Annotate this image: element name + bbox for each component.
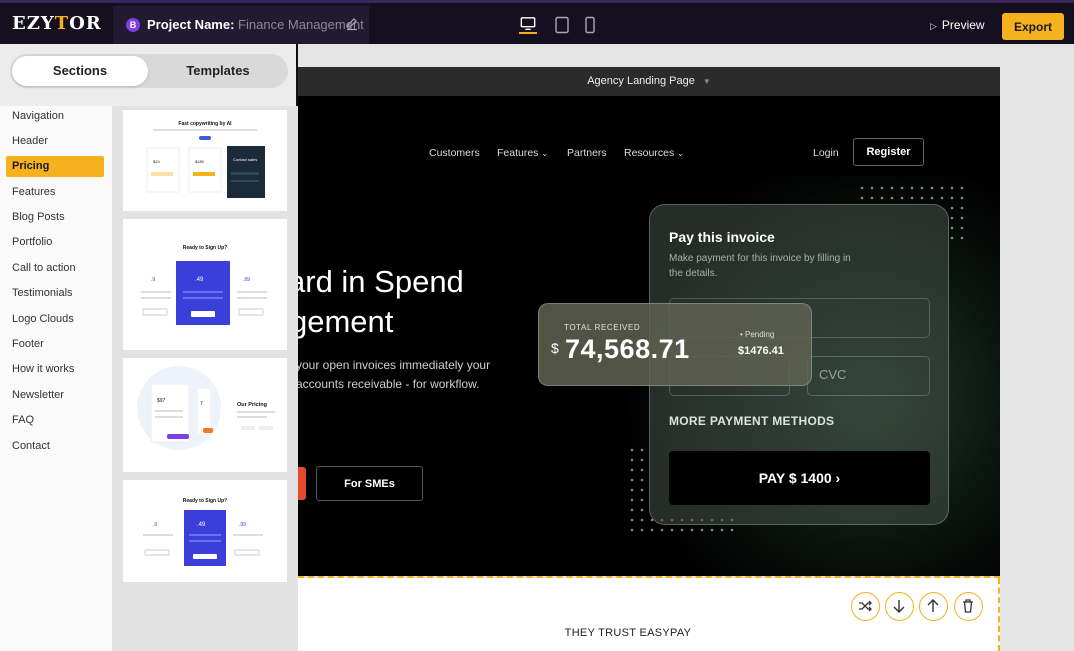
primary-cta-button[interactable] <box>298 467 306 500</box>
svg-text:$180: $180 <box>195 159 205 164</box>
cvc-placeholder: CVC <box>819 367 847 382</box>
tab-templates[interactable]: Templates <box>150 56 286 86</box>
pay-button[interactable]: PAY $ 1400 › <box>669 451 930 505</box>
category-footer[interactable]: Footer <box>6 334 104 355</box>
pricing-template-thumbnail[interactable]: Ready to Sign Up? .9 .49 .99 <box>123 480 287 582</box>
panel-tab-switch: Sections Templates <box>10 54 288 88</box>
category-newsletter[interactable]: Newsletter <box>6 385 104 406</box>
total-received-card: TOTAL RECEIVED $ 74,568.71 • Pending $14… <box>538 303 812 386</box>
app-logo[interactable]: EZYTOR <box>12 13 102 34</box>
project-name-box[interactable]: B Project Name: Finance Management <box>113 6 369 44</box>
svg-text:.9: .9 <box>151 277 155 283</box>
category-testimonials[interactable]: Testimonials <box>6 283 104 304</box>
arrow-up-icon <box>927 599 939 612</box>
category-portfolio[interactable]: Portfolio <box>6 232 104 253</box>
invoice-subtitle: Make payment for this invoice by filling… <box>669 253 851 279</box>
chevron-down-icon: ⌄ <box>541 149 549 158</box>
hero-section[interactable]: Customers Features ⌄ Partners Resources … <box>298 96 1000 576</box>
preview-button[interactable]: ▷ Preview <box>930 18 985 32</box>
trust-heading: THEY TRUST EASYPAY <box>564 627 692 639</box>
move-section-down-button[interactable] <box>885 592 914 621</box>
svg-text:Our Pricing: Our Pricing <box>237 402 267 408</box>
category-pricing[interactable]: Pricing <box>6 156 104 177</box>
pricing-template-thumbnail[interactable]: $97 7 Our Pricing <box>123 358 287 472</box>
hero-description: your open invoices immediately your acco… <box>298 358 491 391</box>
pending-label: • Pending <box>740 330 775 339</box>
total-received-label: TOTAL RECEIVED <box>564 323 641 332</box>
currency-symbol: $ <box>551 340 559 356</box>
tab-sections[interactable]: Sections <box>12 56 148 86</box>
category-faq[interactable]: FAQ <box>6 410 104 431</box>
nav-link-resources[interactable]: Resources ⌄ <box>624 147 684 159</box>
category-call-to-action[interactable]: Call to action <box>6 258 104 279</box>
category-logo-clouds[interactable]: Logo Clouds <box>6 309 104 330</box>
more-payment-methods[interactable]: MORE PAYMENT METHODS <box>669 414 834 428</box>
trash-icon <box>963 599 973 613</box>
template-thumbnails: Fast copywriting by AI $24 $180 Contact … <box>112 106 298 651</box>
play-icon: ▷ <box>930 21 937 31</box>
for-smes-button[interactable]: For SMEs <box>316 466 423 501</box>
svg-text:Contact sales: Contact sales <box>233 157 257 162</box>
delete-section-button[interactable] <box>954 592 983 621</box>
hero-headline-line-1: ard in Spend <box>298 264 464 299</box>
desktop-view-icon[interactable] <box>519 16 537 34</box>
svg-text:7: 7 <box>200 401 203 407</box>
svg-text:$24: $24 <box>153 159 160 164</box>
category-how-it-works[interactable]: How it works <box>6 359 104 380</box>
nav-login[interactable]: Login <box>813 147 839 159</box>
mobile-view-icon[interactable] <box>581 16 599 34</box>
thumb-title: Fast copywriting by AI <box>178 121 232 127</box>
chevron-down-icon: ⌄ <box>677 149 684 158</box>
category-features[interactable]: Features <box>6 182 104 203</box>
page-name: Agency Landing Page <box>587 75 695 87</box>
pending-value: $1476.41 <box>738 345 784 357</box>
category-navigation[interactable]: Navigation <box>6 106 104 127</box>
category-header[interactable]: Header <box>6 131 104 152</box>
edit-pencil-icon[interactable] <box>345 17 359 31</box>
project-name-label: Project Name: Finance Management <box>147 17 364 32</box>
category-blog-posts[interactable]: Blog Posts <box>6 207 104 228</box>
invoice-title: Pay this invoice <box>669 229 775 245</box>
pricing-template-thumbnail[interactable]: Fast copywriting by AI $24 $180 Contact … <box>123 110 287 211</box>
thumb-title: Ready to Sign Up? <box>183 245 227 251</box>
top-bar: EZYTOR B Project Name: Finance Managemen… <box>0 0 1074 44</box>
sections-panel: Sections Templates Navigation Header Pri… <box>0 44 298 651</box>
chevron-down-icon: ▼ <box>702 77 711 86</box>
page-selector[interactable]: Agency Landing Page ▼ <box>298 67 1000 96</box>
pricing-template-thumbnail[interactable]: Ready to Sign Up? .9 .49 .99 <box>123 219 287 350</box>
arrow-down-icon <box>893 600 905 613</box>
category-list: Navigation Header Pricing Features Blog … <box>0 106 112 651</box>
move-section-up-button[interactable] <box>919 592 948 621</box>
editor-canvas: Agency Landing Page ▼ Customers Features … <box>298 67 1000 651</box>
svg-text:.49: .49 <box>197 522 206 528</box>
project-badge: B <box>126 18 140 32</box>
register-button[interactable]: Register <box>853 138 924 166</box>
export-button[interactable]: Export <box>1002 13 1064 40</box>
hero-headline-line-2: gement <box>298 304 394 339</box>
svg-text:$97: $97 <box>157 398 166 404</box>
svg-text:.99: .99 <box>243 277 250 283</box>
category-contact[interactable]: Contact <box>6 436 104 457</box>
nav-link-partners[interactable]: Partners <box>567 147 607 159</box>
svg-text:.9: .9 <box>153 522 157 528</box>
svg-text:.99: .99 <box>239 522 246 528</box>
nav-link-customers[interactable]: Customers <box>429 147 480 159</box>
shuffle-icon <box>859 600 872 612</box>
trust-section[interactable]: THEY TRUST EASYPAY <box>298 578 1000 651</box>
thumb-title: Ready to Sign Up? <box>183 498 227 504</box>
nav-link-features[interactable]: Features ⌄ <box>497 147 548 159</box>
tablet-view-icon[interactable] <box>553 16 571 34</box>
shuffle-section-button[interactable] <box>851 592 880 621</box>
svg-text:.49: .49 <box>195 277 204 283</box>
total-received-amount: 74,568.71 <box>565 334 690 364</box>
